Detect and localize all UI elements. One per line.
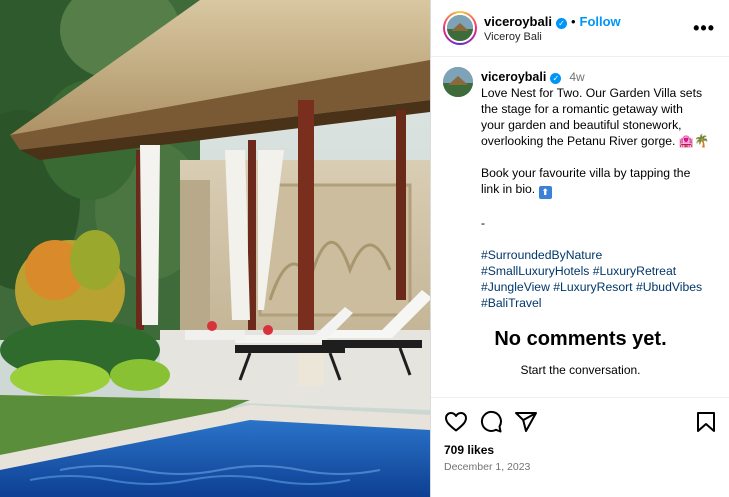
bookmark-icon[interactable] [694, 410, 718, 434]
no-comments-title: No comments yet. [494, 328, 667, 350]
share-icon[interactable] [514, 410, 538, 434]
action-bar: 709 likes December 1, 2023 [431, 397, 729, 497]
hashtag-link[interactable]: #SmallLuxuryHotels [481, 264, 589, 278]
caption-text: viceroybali ✓ 4w Love Nest for Two. Our Ga… [481, 69, 726, 311]
profile-avatar-ring[interactable] [443, 11, 477, 45]
caption-dash: - [481, 216, 486, 230]
post-header: viceroybali ✓ • Follow Viceroy Bali ••• [431, 0, 729, 57]
heart-icon[interactable] [444, 410, 468, 434]
caption-avatar-image [443, 67, 473, 97]
hashtag-link[interactable]: #LuxuryResort [553, 280, 632, 294]
hashtag-link[interactable]: #BaliTravel [481, 296, 542, 310]
up-arrow-emoji-icon: ⬆ [538, 186, 552, 199]
caption-line: Love Nest for Two. Our Garden Villa sets [481, 86, 703, 100]
caption-avatar[interactable] [443, 67, 473, 97]
avatar-image [447, 15, 473, 41]
caption-line: overlooking the Petanu River gorge. 🏩🌴 [481, 134, 710, 148]
location-link[interactable]: Viceroy Bali [484, 31, 542, 43]
caption-line: Book your favourite villa by tapping the [481, 166, 691, 180]
more-options-icon[interactable]: ••• [693, 18, 715, 39]
verified-icon: ✓ [550, 73, 562, 84]
avatar[interactable] [445, 13, 475, 43]
caption-line: your garden and beautiful stonework, [481, 118, 682, 132]
likes-count[interactable]: 709 likes [444, 443, 494, 457]
follow-button[interactable]: Follow [580, 14, 621, 29]
post-sidebar: viceroybali ✓ • Follow Viceroy Bali ••• vic… [430, 0, 729, 497]
separator-dot: • [570, 14, 576, 29]
comment-icon[interactable] [479, 410, 503, 434]
start-conversation-text: Start the conversation. [520, 363, 641, 377]
hashtag-link[interactable]: #JungleView [481, 280, 550, 294]
instagram-post: viceroybali ✓ • Follow Viceroy Bali ••• vic… [0, 0, 729, 497]
caption-line: link in bio. [481, 182, 536, 196]
header-username[interactable]: viceroybali [484, 14, 552, 29]
villa-pool-image [0, 0, 430, 497]
post-photo[interactable] [0, 0, 430, 497]
hashtag-link[interactable]: #UbudVibes [636, 280, 702, 294]
post-time[interactable]: 4w [569, 70, 584, 84]
hashtag-link[interactable]: #SurroundedByNature [481, 248, 602, 262]
verified-icon: ✓ [555, 18, 567, 29]
post-date[interactable]: December 1, 2023 [444, 461, 530, 473]
caption-username[interactable]: viceroybali [481, 70, 546, 84]
header-username-row: viceroybali ✓ • Follow [484, 14, 621, 29]
hashtag-link[interactable]: #LuxuryRetreat [593, 264, 676, 278]
caption-line: the stage for a romantic getaway with [481, 102, 683, 116]
